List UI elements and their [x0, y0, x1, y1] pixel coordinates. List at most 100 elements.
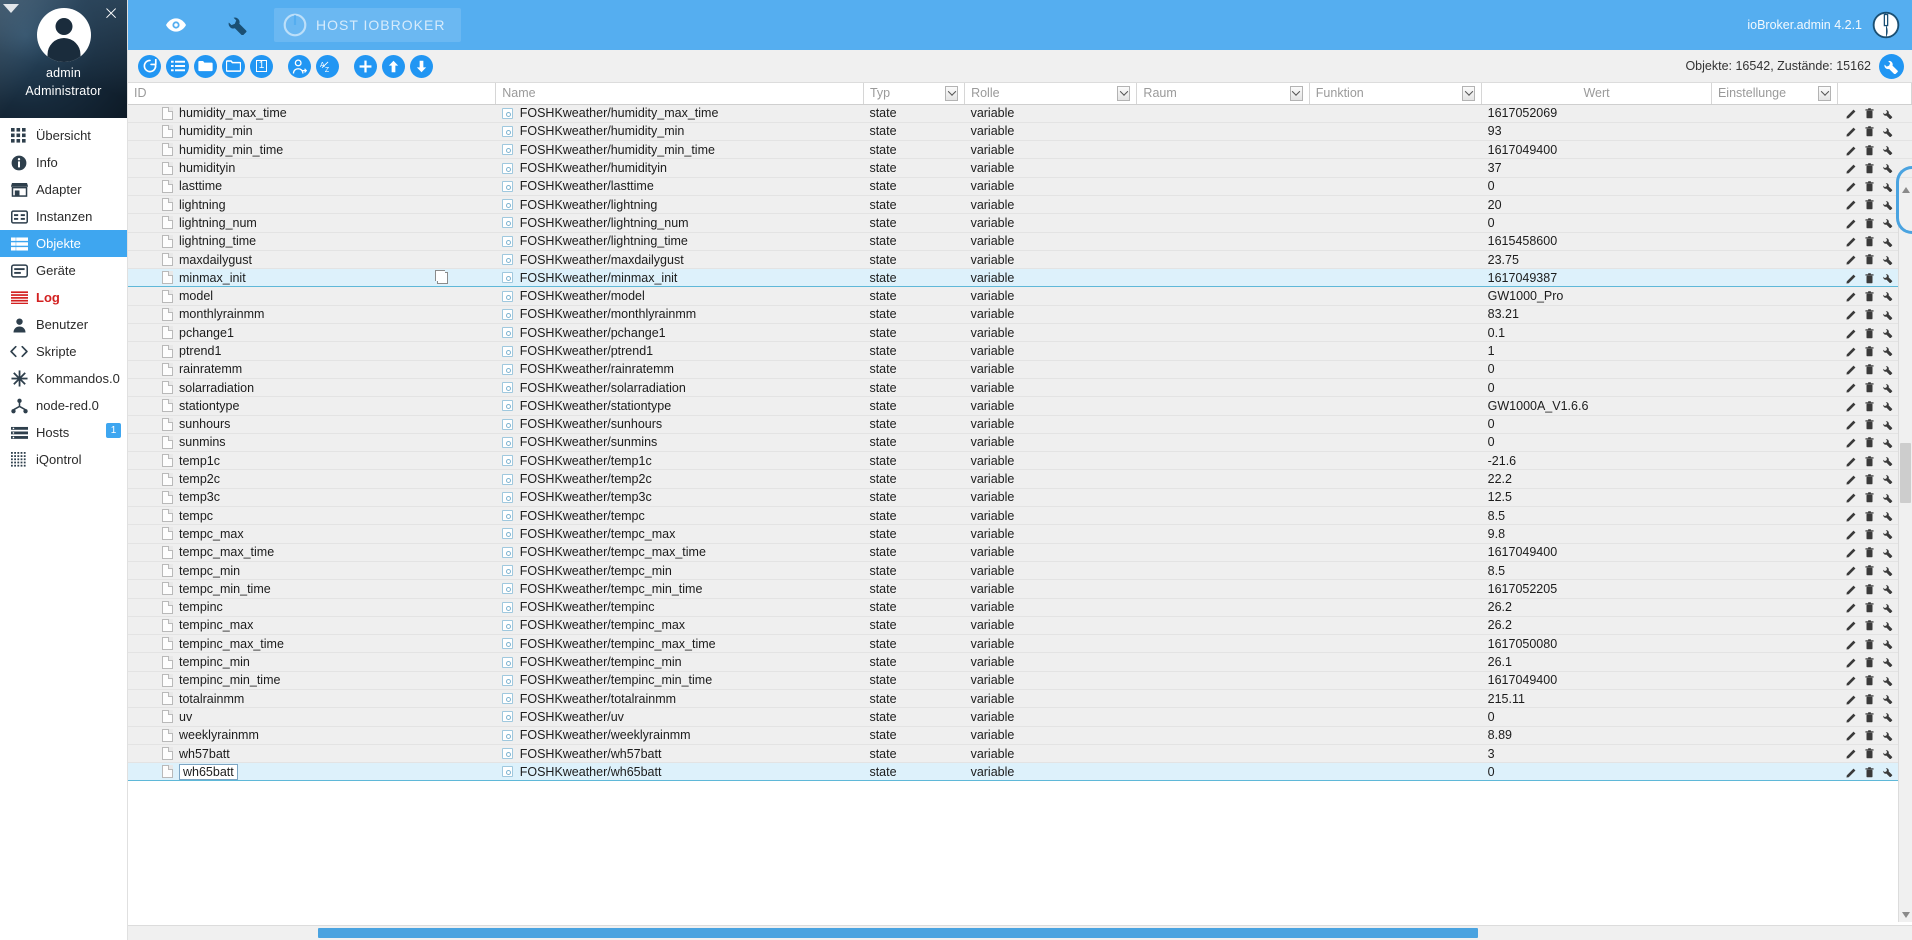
- cell-rolle[interactable]: variable: [964, 762, 1137, 782]
- cell-rolle[interactable]: variable: [964, 122, 1137, 142]
- cell-wert[interactable]: 0: [1481, 360, 1712, 379]
- cell-wert[interactable]: 0: [1481, 213, 1712, 233]
- object-settings-icon[interactable]: [1880, 710, 1896, 724]
- object-settings-icon[interactable]: [1880, 253, 1896, 267]
- cell-name[interactable]: FOSHKweather/tempinc_max: [495, 616, 864, 636]
- object-settings-icon[interactable]: [1880, 125, 1896, 139]
- cell-wert[interactable]: 215.11: [1481, 689, 1712, 709]
- object-settings-icon[interactable]: [1880, 527, 1896, 541]
- cell-id[interactable]: tempinc_max: [128, 616, 496, 636]
- edit-object-icon[interactable]: [1844, 546, 1860, 560]
- cell-funktion[interactable]: [1309, 104, 1482, 123]
- cell-raum[interactable]: [1136, 140, 1310, 160]
- delete-object-icon[interactable]: [1862, 271, 1878, 285]
- edit-object-icon[interactable]: [1844, 271, 1860, 285]
- cell-raum[interactable]: [1136, 122, 1310, 142]
- cell-funktion[interactable]: [1309, 506, 1482, 526]
- cell-id[interactable]: humidity_max_time: [128, 104, 496, 123]
- cell-raum[interactable]: [1136, 469, 1310, 489]
- cell-id[interactable]: tempc_max_time: [128, 543, 496, 562]
- cell-name[interactable]: FOSHKweather/pchange1: [495, 323, 864, 343]
- cell-typ[interactable]: state: [863, 286, 965, 306]
- cell-name[interactable]: FOSHKweather/tempc_min: [495, 561, 864, 581]
- eye-icon[interactable]: [156, 5, 196, 45]
- object-settings-icon[interactable]: [1880, 674, 1896, 688]
- objects-table-container[interactable]: ID Name Typ Rolle Raum Funktion Wert Einstellun…: [128, 83, 1912, 940]
- cell-raum[interactable]: [1136, 762, 1310, 782]
- cell-id[interactable]: humidity_min_time: [128, 140, 496, 160]
- cell-name[interactable]: FOSHKweather/stationtype: [495, 396, 864, 416]
- table-row[interactable]: humidity_max_time FOSHKweather/humidity_m…: [128, 104, 1912, 123]
- cell-settings[interactable]: [1711, 305, 1838, 325]
- cell-typ[interactable]: state: [863, 433, 965, 453]
- cell-typ[interactable]: state: [863, 250, 965, 270]
- object-settings-icon[interactable]: [1880, 637, 1896, 651]
- table-row[interactable]: temp1c FOSHKweather/temp1c state variable -2…: [128, 451, 1912, 471]
- cell-rolle[interactable]: variable: [964, 305, 1137, 325]
- cell-id[interactable]: weeklyrainmm: [128, 726, 496, 745]
- cell-wert[interactable]: 0.1: [1481, 323, 1712, 343]
- cell-funktion[interactable]: [1309, 744, 1482, 764]
- cell-funktion[interactable]: [1309, 433, 1482, 453]
- cell-settings[interactable]: [1711, 506, 1838, 526]
- cell-name[interactable]: FOSHKweather/monthlyrainmm: [495, 305, 864, 325]
- object-settings-icon[interactable]: [1880, 308, 1896, 322]
- edit-object-icon[interactable]: [1844, 491, 1860, 505]
- cell-raum[interactable]: [1136, 213, 1310, 233]
- cell-id[interactable]: stationtype: [128, 396, 496, 416]
- edit-object-icon[interactable]: [1844, 619, 1860, 633]
- delete-object-icon[interactable]: [1862, 491, 1878, 505]
- cell-typ[interactable]: state: [863, 762, 965, 782]
- table-row[interactable]: wh65batt FOSHKweather/wh65batt state variab…: [128, 762, 1912, 782]
- cell-id[interactable]: totalrainmm: [128, 689, 496, 709]
- cell-typ[interactable]: state: [863, 598, 965, 617]
- cell-name[interactable]: FOSHKweather/lightning_num: [495, 213, 864, 233]
- cell-typ[interactable]: state: [863, 396, 965, 416]
- cell-wert[interactable]: GW1000_Pro: [1481, 286, 1712, 306]
- object-settings-icon[interactable]: [1880, 399, 1896, 413]
- horizontal-scrollbar[interactable]: [128, 925, 1912, 940]
- cell-wert[interactable]: 1: [1481, 341, 1712, 361]
- cell-wert[interactable]: 8.89: [1481, 726, 1712, 745]
- cell-raum[interactable]: [1136, 726, 1310, 745]
- edit-object-icon[interactable]: [1844, 344, 1860, 358]
- object-settings-icon[interactable]: [1880, 564, 1896, 578]
- power-logout-icon[interactable]: [1872, 11, 1900, 39]
- delete-object-icon[interactable]: [1862, 509, 1878, 523]
- column-header-rolle[interactable]: Rolle: [964, 83, 1138, 105]
- cell-settings[interactable]: [1711, 122, 1838, 142]
- cell-rolle[interactable]: variable: [964, 195, 1137, 215]
- table-row[interactable]: lightning_time FOSHKweather/lightning_tim…: [128, 232, 1912, 251]
- table-row[interactable]: lasttime FOSHKweather/lasttime state variab…: [128, 177, 1912, 196]
- column-filter-typ-dropdown[interactable]: [945, 85, 959, 101]
- edit-object-icon[interactable]: [1844, 674, 1860, 688]
- object-settings-icon[interactable]: [1880, 107, 1896, 121]
- delete-object-icon[interactable]: [1862, 180, 1878, 194]
- cell-name[interactable]: FOSHKweather/humidity_max_time: [495, 104, 864, 123]
- cell-name[interactable]: FOSHKweather/lightning: [495, 195, 864, 215]
- table-row[interactable]: solarradiation FOSHKweather/solarradiatio…: [128, 378, 1912, 398]
- cell-typ[interactable]: state: [863, 561, 965, 581]
- cell-settings[interactable]: [1711, 195, 1838, 215]
- cell-raum[interactable]: [1136, 616, 1310, 636]
- cell-settings[interactable]: [1711, 396, 1838, 416]
- cell-settings[interactable]: [1711, 451, 1838, 471]
- table-row[interactable]: pchange1 FOSHKweather/pchange1 state variab…: [128, 323, 1912, 343]
- sidebar-item-kommandos-0[interactable]: Kommandos.0: [0, 365, 127, 392]
- cell-typ[interactable]: state: [863, 543, 965, 562]
- cell-wert[interactable]: 93: [1481, 122, 1712, 142]
- delete-object-icon[interactable]: [1862, 399, 1878, 413]
- cell-typ[interactable]: state: [863, 634, 965, 654]
- cell-wert[interactable]: 8.5: [1481, 506, 1712, 526]
- cell-funktion[interactable]: [1309, 451, 1482, 471]
- object-settings-icon[interactable]: [1880, 582, 1896, 596]
- cell-settings[interactable]: [1711, 268, 1838, 288]
- table-row[interactable]: monthlyrainmm FOSHKweather/monthlyrainmm s…: [128, 305, 1912, 325]
- cell-wert[interactable]: 3: [1481, 744, 1712, 764]
- table-row[interactable]: minmax_init FOSHKweather/minmax_init state…: [128, 268, 1912, 288]
- cell-settings[interactable]: [1711, 323, 1838, 343]
- column-filter-raum-dropdown[interactable]: [1289, 85, 1303, 101]
- sidebar-item-ger-te[interactable]: Geräte: [0, 257, 127, 284]
- cell-name[interactable]: FOSHKweather/lasttime: [495, 177, 864, 196]
- horizontal-scroll-thumb[interactable]: [318, 928, 1478, 938]
